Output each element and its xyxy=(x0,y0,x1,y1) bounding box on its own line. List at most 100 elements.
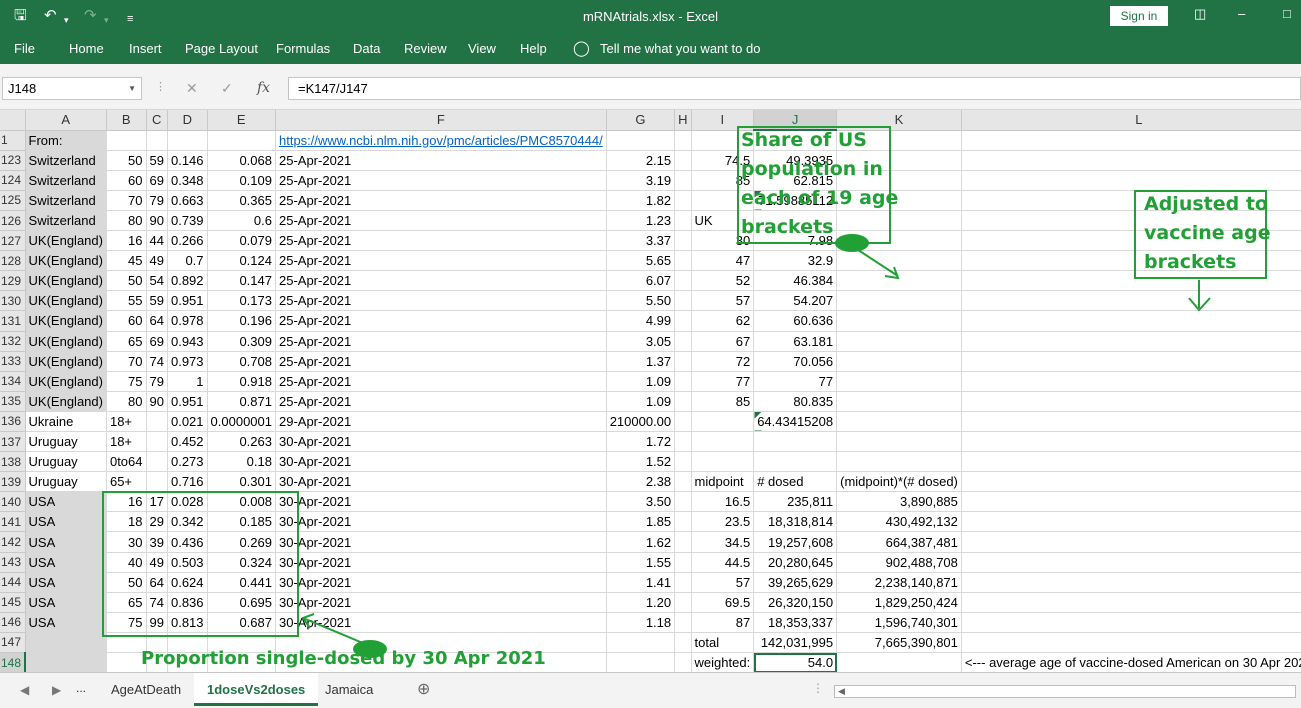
row-header[interactable]: 142 xyxy=(0,531,26,553)
cell-C133[interactable]: 74 xyxy=(146,351,168,372)
cell-G123[interactable]: 2.15 xyxy=(606,150,676,171)
cell-L147[interactable] xyxy=(961,632,1301,654)
cell-I131[interactable]: 62 xyxy=(691,310,755,332)
cell-C135[interactable]: 90 xyxy=(146,391,168,412)
cell-K139[interactable]: (midpoint)*(# dosed) xyxy=(836,471,962,493)
add-sheet-icon[interactable]: ⊕ xyxy=(417,679,430,699)
cell-A146[interactable]: USA xyxy=(25,612,107,633)
cell-C128[interactable]: 49 xyxy=(146,250,168,272)
column-header[interactable]: C xyxy=(146,110,168,131)
cell-H136[interactable] xyxy=(674,411,692,433)
cell-B126[interactable]: 80 xyxy=(106,210,147,232)
cell-D1[interactable] xyxy=(167,130,208,151)
cell-B139[interactable]: 65+ xyxy=(106,471,147,493)
column-header[interactable]: E xyxy=(207,110,276,131)
cell-C131[interactable]: 64 xyxy=(146,310,168,332)
cell-L130[interactable] xyxy=(961,290,1301,312)
ribbon-display-icon[interactable]: ◫ xyxy=(1194,6,1206,22)
column-header[interactable]: D xyxy=(167,110,208,131)
cell-J145[interactable]: 26,320,150 xyxy=(753,592,838,613)
row-header[interactable]: 140 xyxy=(0,491,26,513)
cell-J138[interactable] xyxy=(753,451,838,473)
enter-icon[interactable]: ✓ xyxy=(221,80,233,97)
cell-B131[interactable]: 60 xyxy=(106,310,147,332)
cell-B138[interactable]: 0to64 xyxy=(106,451,147,473)
cell-F144[interactable]: 30-Apr-2021 xyxy=(275,572,607,593)
cell-E1[interactable] xyxy=(207,130,276,151)
cell-H139[interactable] xyxy=(674,471,692,493)
cell-L138[interactable] xyxy=(961,451,1301,473)
cell-A129[interactable]: UK(England) xyxy=(25,270,107,292)
row-header[interactable]: 147 xyxy=(0,632,26,654)
cell-E139[interactable]: 0.301 xyxy=(207,471,276,493)
cell-A134[interactable]: UK(England) xyxy=(25,371,107,392)
cell-I147[interactable]: total xyxy=(691,632,755,654)
cell-A139[interactable]: Uruguay xyxy=(25,471,107,493)
cell-C130[interactable]: 59 xyxy=(146,290,168,312)
cell-A137[interactable]: Uruguay xyxy=(25,431,107,453)
cell-I136[interactable] xyxy=(691,411,755,433)
sheet-tab-jamaica[interactable]: Jamaica xyxy=(312,673,386,706)
cell-G127[interactable]: 3.37 xyxy=(606,230,676,252)
cell-G133[interactable]: 1.37 xyxy=(606,351,676,372)
tab-view[interactable]: View xyxy=(468,41,496,56)
cell-H135[interactable] xyxy=(674,391,692,412)
cell-D139[interactable]: 0.716 xyxy=(167,471,208,493)
cell-A144[interactable]: USA xyxy=(25,572,107,593)
cell-L146[interactable] xyxy=(961,612,1301,633)
cell-L1[interactable] xyxy=(961,130,1301,151)
cell-D131[interactable]: 0.978 xyxy=(167,310,208,332)
cell-A123[interactable]: Switzerland xyxy=(25,150,107,171)
cell-G132[interactable]: 3.05 xyxy=(606,331,676,352)
cell-H124[interactable] xyxy=(674,170,692,191)
cell-L140[interactable] xyxy=(961,491,1301,513)
cell-G146[interactable]: 1.18 xyxy=(606,612,676,633)
cell-I143[interactable]: 44.5 xyxy=(691,552,755,573)
cell-H130[interactable] xyxy=(674,290,692,312)
cell-F127[interactable]: 25-Apr-2021 xyxy=(275,230,607,252)
row-header[interactable]: 123 xyxy=(0,150,26,171)
cell-E138[interactable]: 0.18 xyxy=(207,451,276,473)
cell-K135[interactable] xyxy=(836,391,962,412)
column-header[interactable]: B xyxy=(106,110,147,131)
cell-J143[interactable]: 20,280,645 xyxy=(753,552,838,573)
tab-home[interactable]: Home xyxy=(69,41,104,56)
cell-H132[interactable] xyxy=(674,331,692,352)
cell-A143[interactable]: USA xyxy=(25,552,107,573)
cell-C136[interactable] xyxy=(146,411,168,433)
cell-J139[interactable]: # dosed xyxy=(753,471,838,493)
cell-J140[interactable]: 235,811 xyxy=(753,491,838,513)
row-header[interactable]: 132 xyxy=(0,331,26,352)
row-header[interactable]: 145 xyxy=(0,592,26,613)
cell-F138[interactable]: 30-Apr-2021 xyxy=(275,451,607,473)
cell-H127[interactable] xyxy=(674,230,692,252)
cell-D138[interactable]: 0.273 xyxy=(167,451,208,473)
cell-H148[interactable] xyxy=(674,652,692,672)
tab-data[interactable]: Data xyxy=(353,41,380,56)
cell-F1[interactable]: https://www.ncbi.nlm.nih.gov/pmc/article… xyxy=(275,130,607,151)
formula-input[interactable]: =K147/J147 xyxy=(288,77,1301,100)
cell-A140[interactable]: USA xyxy=(25,491,107,513)
tab-formulas[interactable]: Formulas xyxy=(276,41,330,56)
tab-help[interactable]: Help xyxy=(520,41,547,56)
cell-I129[interactable]: 52 xyxy=(691,270,755,292)
cell-I141[interactable]: 23.5 xyxy=(691,511,755,533)
cell-F133[interactable]: 25-Apr-2021 xyxy=(275,351,607,372)
cell-L148[interactable]: <--- average age of vaccine-dosed Americ… xyxy=(961,652,1301,672)
cell-D136[interactable]: 0.021 xyxy=(167,411,208,433)
cell-A127[interactable]: UK(England) xyxy=(25,230,107,252)
cell-E126[interactable]: 0.6 xyxy=(207,210,276,232)
cell-J131[interactable]: 60.636 xyxy=(753,310,838,332)
cell-I144[interactable]: 57 xyxy=(691,572,755,593)
select-all-corner[interactable] xyxy=(0,110,26,131)
cell-H125[interactable] xyxy=(674,190,692,211)
cell-E127[interactable]: 0.079 xyxy=(207,230,276,252)
cell-H144[interactable] xyxy=(674,572,692,593)
cell-B124[interactable]: 60 xyxy=(106,170,147,191)
cell-A131[interactable]: UK(England) xyxy=(25,310,107,332)
cell-A125[interactable]: Switzerland xyxy=(25,190,107,211)
cell-K132[interactable] xyxy=(836,331,962,352)
cell-K134[interactable] xyxy=(836,371,962,392)
splitter-icon[interactable]: ⋮ xyxy=(812,681,824,695)
cell-A142[interactable]: USA xyxy=(25,531,107,553)
